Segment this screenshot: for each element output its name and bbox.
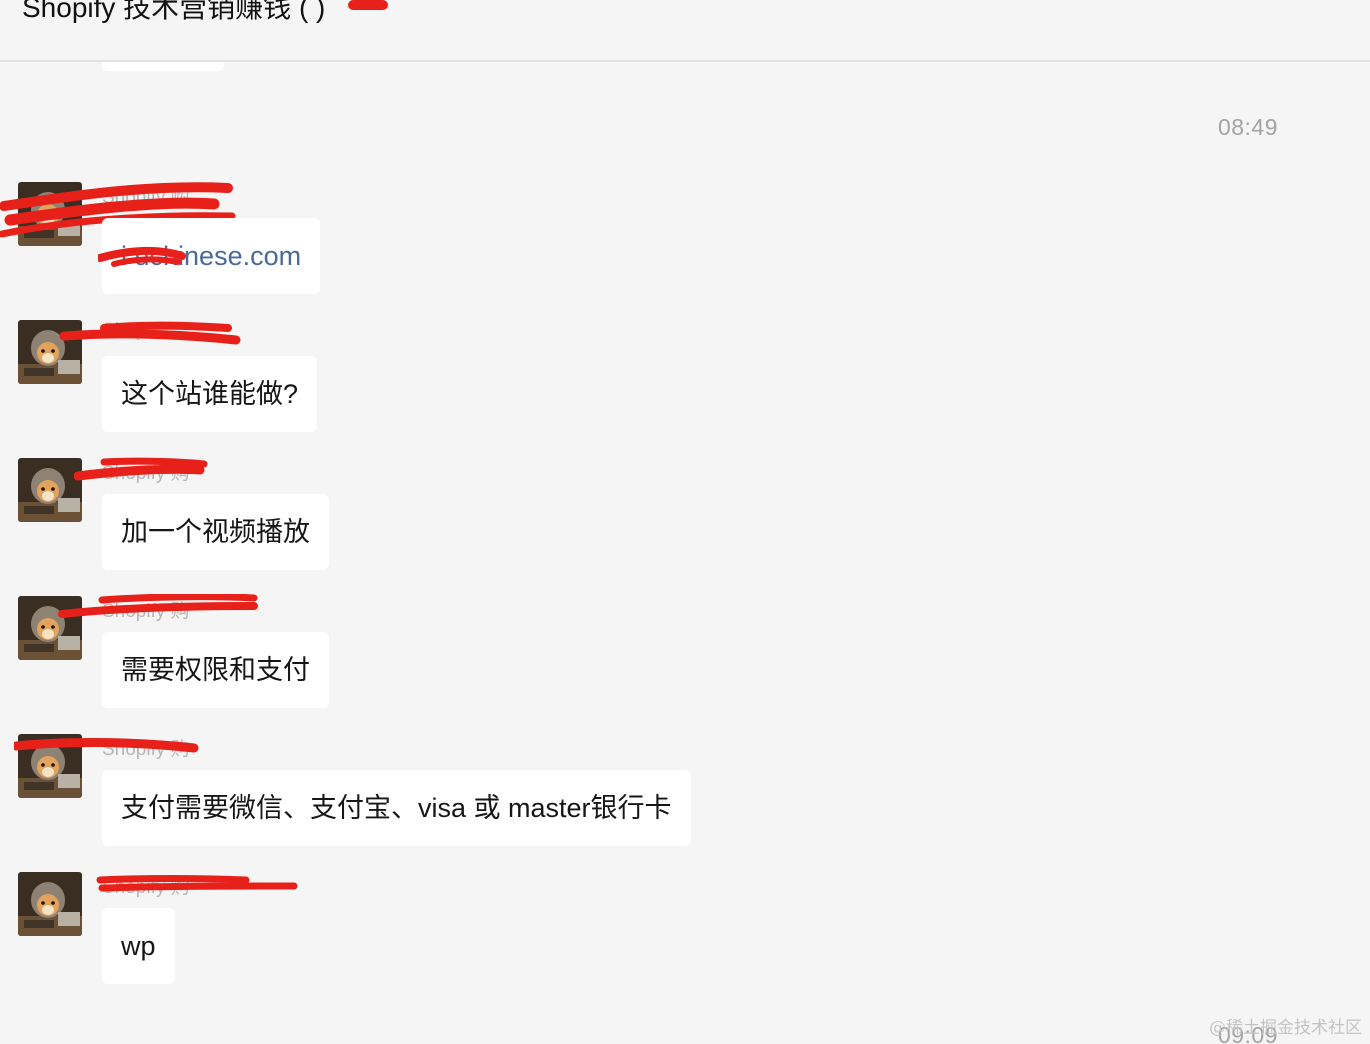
avatar[interactable] bbox=[18, 320, 82, 384]
shiba-dog-avatar-icon bbox=[18, 458, 82, 522]
avatar[interactable] bbox=[18, 458, 82, 522]
avatar[interactable] bbox=[18, 182, 82, 246]
watermark: @稀土掘金技术社区 bbox=[1209, 1018, 1362, 1038]
shiba-dog-avatar-icon bbox=[18, 734, 82, 798]
sender-name: Shopify 购 bbox=[102, 739, 190, 760]
timestamp: 08:49 bbox=[1217, 114, 1278, 140]
message-bubble[interactable]: 加一个视频播放 bbox=[102, 494, 329, 570]
previous-message-bubble bbox=[102, 62, 224, 71]
shiba-dog-avatar-icon bbox=[18, 596, 82, 660]
redaction-mark bbox=[348, 0, 388, 10]
avatar[interactable] bbox=[18, 734, 82, 798]
shiba-dog-avatar-icon bbox=[18, 872, 82, 936]
redaction-mark bbox=[59, 321, 241, 345]
avatar[interactable] bbox=[18, 872, 82, 936]
message-bubble-link[interactable]: i uchinese.com bbox=[102, 218, 321, 294]
message-bubble[interactable]: 支付需要微信、支付宝、visa 或 master银行卡 bbox=[102, 770, 691, 846]
sender-name: Shopify 购 bbox=[102, 601, 190, 622]
sender-name: Shopify 购 bbox=[102, 463, 190, 484]
chat-window: Shopify 技术营销赚钱 ( ) 08:49 Shopify 购 i uch… bbox=[0, 0, 1370, 1044]
avatar[interactable] bbox=[18, 596, 82, 660]
shiba-dog-avatar-icon bbox=[18, 320, 82, 384]
sender-name: Shopify 购 bbox=[102, 187, 190, 208]
sender-name: Shopify 购 bbox=[102, 877, 190, 898]
shiba-dog-avatar-icon bbox=[18, 182, 82, 246]
chat-header: Shopify 技术营销赚钱 ( ) bbox=[0, 0, 1370, 62]
sender-name: Shop bbox=[102, 320, 147, 341]
message-bubble[interactable]: 这个站谁能做? bbox=[102, 356, 318, 432]
message-bubble[interactable]: wp bbox=[102, 908, 175, 984]
message-bubble[interactable]: 需要权限和支付 bbox=[102, 632, 329, 708]
chat-title: Shopify 技术营销赚钱 ( ) bbox=[22, 0, 326, 23]
